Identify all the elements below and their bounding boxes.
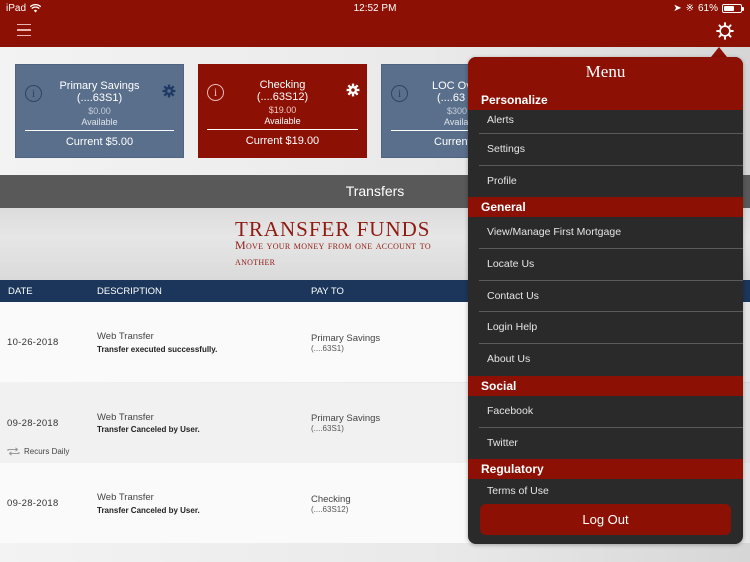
- menu-item-contact-us[interactable]: Contact Us: [468, 281, 743, 313]
- transfer-description: Web Transfer: [97, 412, 154, 423]
- account-card-loc[interactable]: i LOC Ov (....63 $300 Availa Current: [381, 64, 481, 158]
- hamburger-icon-line: [17, 29, 31, 31]
- menu-item-about-us[interactable]: About Us: [468, 344, 743, 376]
- transfer-description: Web Transfer: [97, 331, 154, 342]
- status-bar: iPad 12:52 PM ➤ ※ 61%: [0, 0, 750, 16]
- battery-icon: [722, 4, 744, 13]
- transfer-description: Web Transfer: [97, 492, 154, 503]
- available-label: Availa: [444, 117, 469, 127]
- settings-popover-menu: Menu Personalize Alerts Settings Profile…: [468, 57, 743, 544]
- account-number: (....63S1): [76, 92, 123, 104]
- available-label: Available: [81, 117, 118, 127]
- transfer-date: 09-28-2018: [7, 418, 59, 429]
- transfer-status: Transfer Canceled by User.: [97, 425, 200, 434]
- status-time: 12:52 PM: [353, 3, 397, 14]
- current-balance: Current: [434, 136, 471, 148]
- transfer-date: 10-26-2018: [7, 337, 59, 348]
- pay-to-account-number: (....63S12): [311, 505, 349, 514]
- menu-item-facebook[interactable]: Facebook: [468, 396, 743, 428]
- hamburger-icon-line: [17, 24, 31, 26]
- menu-item-terms-of-use[interactable]: Terms of Use: [468, 479, 743, 497]
- hero-subtitle: Move your money from one account to anot…: [235, 238, 431, 268]
- hamburger-icon-line: [17, 34, 31, 36]
- column-header-pay-to: PAY TO: [311, 286, 344, 297]
- menu-section-social: Social: [468, 375, 743, 396]
- gear-icon[interactable]: [346, 83, 360, 97]
- pay-to-account: Primary Savings: [311, 333, 381, 344]
- transfer-date: 09-28-2018: [7, 498, 59, 509]
- available-label: Available: [264, 116, 301, 126]
- account-card-checking[interactable]: i Checking (....63S12) $19.00 Available C…: [198, 64, 367, 158]
- recurrence-label: Recurs Daily: [24, 447, 70, 456]
- bluetooth-icon: ※: [685, 3, 694, 14]
- popover-arrow: [711, 47, 727, 57]
- account-number: (....63: [437, 92, 466, 104]
- menu-item-login-help[interactable]: Login Help: [468, 312, 743, 344]
- pay-to-account-number: (....63S1): [311, 424, 344, 433]
- repeat-icon: [7, 447, 20, 456]
- transfer-status: Transfer Canceled by User.: [97, 506, 200, 515]
- info-icon[interactable]: i: [391, 85, 408, 102]
- column-header-description: DESCRIPTION: [97, 286, 162, 297]
- gear-icon[interactable]: [162, 84, 176, 98]
- account-number: (....63S12): [256, 91, 309, 103]
- gear-icon[interactable]: [716, 22, 734, 40]
- account-name: Primary Savings: [59, 80, 140, 92]
- log-out-button[interactable]: Log Out: [480, 504, 731, 535]
- available-amount: $0.00: [88, 106, 111, 116]
- current-balance: Current $5.00: [65, 136, 134, 148]
- current-balance: Current $19.00: [245, 135, 320, 147]
- recurrence-indicator: Recurs Daily: [7, 447, 69, 456]
- menu-item-alerts[interactable]: Alerts: [468, 110, 743, 134]
- menu-item-profile[interactable]: Profile: [468, 166, 743, 198]
- divider: [25, 130, 174, 131]
- pay-to-account: Primary Savings: [311, 413, 381, 424]
- available-amount: $19.00: [268, 105, 297, 115]
- menu-title: Menu: [468, 57, 743, 90]
- pay-to-account-number: (....63S1): [311, 344, 344, 353]
- column-header-date: DATE: [8, 286, 33, 297]
- menu-section-regulatory: Regulatory: [468, 459, 743, 480]
- menu-item-settings[interactable]: Settings: [468, 134, 743, 166]
- account-card-primary-savings[interactable]: i Primary Savings (....63S1) $0.00 Availa…: [15, 64, 184, 158]
- top-navigation-bar: iPad 12:52 PM ➤ ※ 61%: [0, 0, 750, 47]
- available-amount: $300: [447, 106, 468, 116]
- account-name: LOC Ov: [432, 80, 472, 92]
- hamburger-menu-button[interactable]: [17, 24, 31, 36]
- menu-section-personalize: Personalize: [468, 90, 743, 110]
- divider: [391, 130, 480, 131]
- menu-section-general: General: [468, 197, 743, 218]
- location-icon: ➤: [673, 3, 682, 14]
- divider: [207, 129, 358, 130]
- account-name: Checking: [259, 79, 306, 91]
- battery-percent: 61%: [697, 3, 718, 14]
- section-title: Transfers: [345, 183, 405, 199]
- transfer-status: Transfer executed successfully.: [97, 345, 218, 354]
- menu-item-twitter[interactable]: Twitter: [468, 428, 743, 460]
- pay-to-account: Checking: [311, 494, 351, 505]
- menu-item-view-manage-first-mortgage[interactable]: View/Manage First Mortgage: [468, 217, 743, 249]
- menu-item-locate-us[interactable]: Locate Us: [468, 249, 743, 281]
